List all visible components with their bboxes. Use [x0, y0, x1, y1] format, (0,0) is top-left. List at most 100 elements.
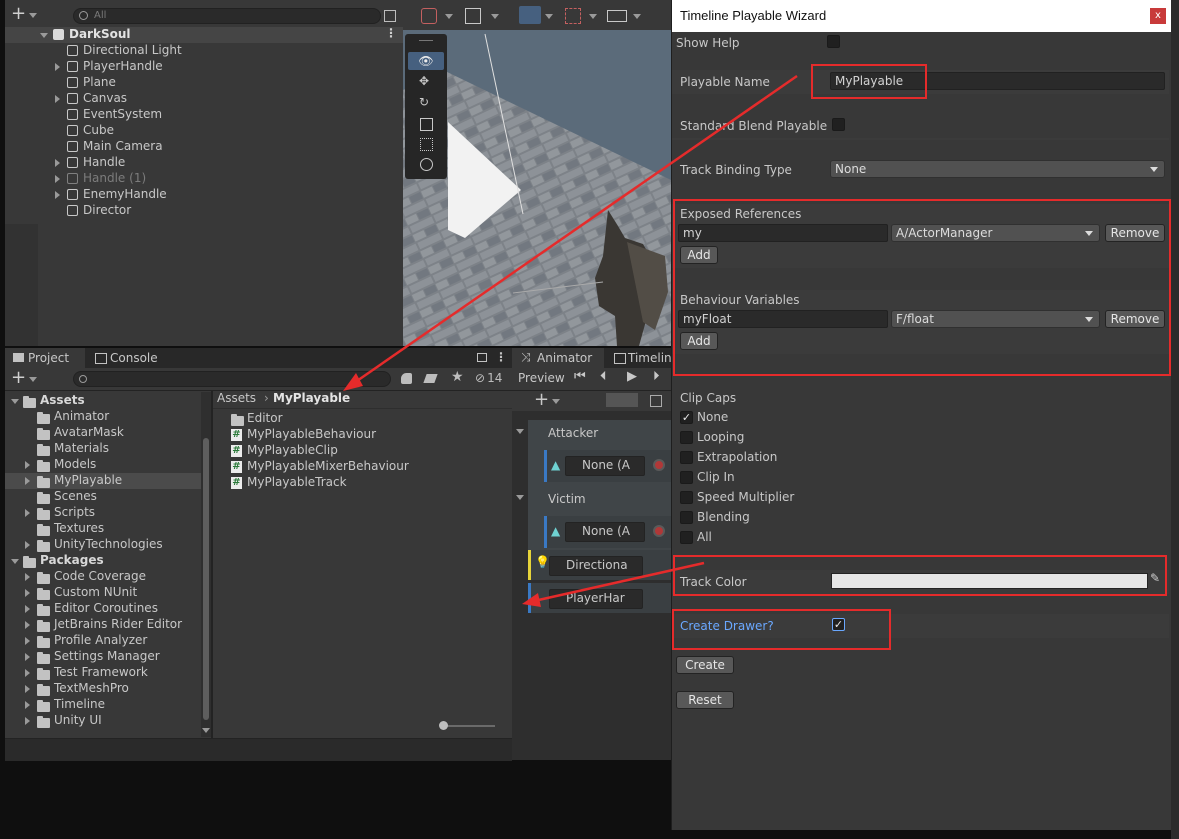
expand-arrow-icon[interactable]: [11, 399, 19, 404]
kebab-menu-icon[interactable]: ⋮: [495, 350, 507, 364]
project-tree-item[interactable]: Models: [5, 457, 201, 473]
tab-animator[interactable]: ⤨ Animator: [512, 348, 604, 368]
hierarchy-root-row[interactable]: DarkSoul ⋮: [5, 26, 403, 43]
expand-arrow-icon[interactable]: [25, 701, 30, 709]
cube-tool-icon[interactable]: [465, 8, 481, 24]
expand-arrow-icon[interactable]: [25, 717, 30, 725]
expand-arrow-icon[interactable]: [55, 191, 60, 199]
expand-arrow-icon[interactable]: [25, 669, 30, 677]
expand-arrow-icon[interactable]: [25, 589, 30, 597]
player-binding-field[interactable]: PlayerHar: [549, 589, 643, 609]
animation-track-2[interactable]: ▲ None (A: [544, 516, 675, 548]
project-tree-item[interactable]: Settings Manager: [5, 649, 201, 665]
clip-cap-item[interactable]: Looping: [678, 430, 878, 446]
hierarchy-item[interactable]: Handle (1): [5, 171, 403, 187]
clip-cap-item[interactable]: ✓ None: [678, 410, 878, 426]
hierarchy-item[interactable]: EventSystem: [5, 107, 403, 123]
record-icon[interactable]: [653, 459, 665, 471]
project-tree-item[interactable]: Profile Analyzer: [5, 633, 201, 649]
clip-cap-checkbox[interactable]: [680, 451, 693, 464]
tab-timeline[interactable]: Timelin: [610, 348, 672, 368]
expand-arrow-icon[interactable]: [11, 559, 19, 564]
clip-cap-item[interactable]: Blending: [678, 510, 878, 526]
expand-arrow-icon[interactable]: [55, 95, 60, 103]
project-tree-item[interactable]: AvatarMask: [5, 425, 201, 441]
prev-frame-icon[interactable]: ⏴: [600, 369, 607, 384]
track-binding-dropdown[interactable]: None: [830, 160, 1165, 178]
favorite-star-icon[interactable]: ★: [451, 369, 464, 385]
lock-icon[interactable]: [477, 353, 487, 362]
project-tree-item[interactable]: Custom NUnit: [5, 585, 201, 601]
breadcrumb-current[interactable]: MyPlayable: [273, 391, 350, 405]
show-help-checkbox[interactable]: [827, 35, 840, 48]
binding-field-1[interactable]: None (A: [565, 456, 645, 476]
project-tree-item[interactable]: Packages: [5, 553, 201, 569]
tab-console[interactable]: Console: [87, 348, 177, 368]
expand-arrow-icon[interactable]: [25, 685, 30, 693]
hierarchy-item[interactable]: Canvas: [5, 91, 403, 107]
project-tree-item[interactable]: MyPlayable: [5, 473, 201, 489]
grid-snap-dropdown-icon[interactable]: [545, 14, 553, 19]
clip-cap-checkbox[interactable]: [680, 531, 693, 544]
project-tree-item[interactable]: Scripts: [5, 505, 201, 521]
tab-project[interactable]: Project: [5, 348, 85, 368]
light-track[interactable]: 💡 Directiona: [528, 550, 675, 580]
create-dropdown-icon[interactable]: [29, 377, 37, 382]
add-track-icon[interactable]: +: [534, 389, 549, 410]
clip-cap-checkbox[interactable]: [680, 431, 693, 444]
project-tree-item[interactable]: Scenes: [5, 489, 201, 505]
next-frame-icon[interactable]: ⏵: [653, 369, 660, 384]
collapse-victim-icon[interactable]: [516, 495, 524, 500]
expand-arrow-icon[interactable]: [25, 477, 30, 485]
project-file-item[interactable]: # MyPlayableTrack: [227, 475, 507, 491]
project-search-input[interactable]: [73, 371, 391, 387]
project-tree-item[interactable]: Editor Coroutines: [5, 601, 201, 617]
project-tree-item[interactable]: Textures: [5, 521, 201, 537]
hierarchy-item[interactable]: Handle: [5, 155, 403, 171]
view-tool-button[interactable]: 👁: [408, 52, 444, 70]
clip-cap-checkbox[interactable]: [680, 511, 693, 524]
scroll-down-arrow-icon[interactable]: [202, 728, 210, 733]
collapse-attacker-icon[interactable]: [516, 429, 524, 434]
hierarchy-item[interactable]: PlayerHandle: [5, 59, 403, 75]
expand-arrow-icon[interactable]: [25, 573, 30, 581]
breadcrumb-assets[interactable]: Assets: [217, 391, 256, 405]
standard-blend-checkbox[interactable]: [832, 118, 845, 131]
expand-arrow-icon[interactable]: [25, 621, 30, 629]
clip-cap-item[interactable]: Extrapolation: [678, 450, 878, 466]
expand-arrow-icon[interactable]: [25, 541, 30, 549]
tree-scrollbar-thumb[interactable]: [203, 438, 209, 720]
animation-track-1[interactable]: ▲ None (A: [544, 450, 675, 482]
play-icon[interactable]: ▶: [627, 369, 637, 384]
preview-button[interactable]: Preview: [518, 371, 565, 385]
expand-arrow-icon[interactable]: [25, 605, 30, 613]
hierarchy-item[interactable]: Main Camera: [5, 139, 403, 155]
project-file-item[interactable]: # MyPlayableBehaviour: [227, 427, 507, 443]
project-tree-item[interactable]: JetBrains Rider Editor: [5, 617, 201, 633]
label-filter-icon[interactable]: [423, 374, 438, 383]
project-file-item[interactable]: Editor: [227, 411, 507, 427]
goto-start-icon[interactable]: ⏮: [574, 369, 586, 384]
create-icon[interactable]: +: [11, 368, 26, 388]
expand-arrow-icon[interactable]: [25, 653, 30, 661]
cube-dropdown-icon[interactable]: [491, 14, 499, 19]
record-icon[interactable]: [653, 525, 665, 537]
project-tree-item[interactable]: Test Framework: [5, 665, 201, 681]
filter-type-icon[interactable]: [401, 373, 412, 384]
hierarchy-item[interactable]: Director: [5, 203, 403, 219]
add-track-dropdown-icon[interactable]: [552, 399, 560, 404]
tree-scrollbar[interactable]: [201, 392, 211, 737]
project-file-item[interactable]: # MyPlayableClip: [227, 443, 507, 459]
icon-size-slider[interactable]: [439, 721, 495, 730]
scene-view[interactable]: 👁 ✥ ↻: [403, 0, 671, 346]
gizmo-tool-icon[interactable]: [421, 8, 437, 24]
project-tree-item[interactable]: Animator: [5, 409, 201, 425]
scale-tool-icon[interactable]: [420, 118, 433, 131]
light-binding-field[interactable]: Directiona: [549, 556, 643, 576]
hierarchy-item[interactable]: EnemyHandle: [5, 187, 403, 203]
project-tree-item[interactable]: Unity UI: [5, 713, 201, 729]
add-dropdown-chevron-icon[interactable]: [29, 13, 37, 18]
project-file-item[interactable]: # MyPlayableMixerBehaviour: [227, 459, 507, 475]
snap-increment-icon[interactable]: [565, 8, 581, 24]
clip-cap-checkbox[interactable]: [680, 491, 693, 504]
